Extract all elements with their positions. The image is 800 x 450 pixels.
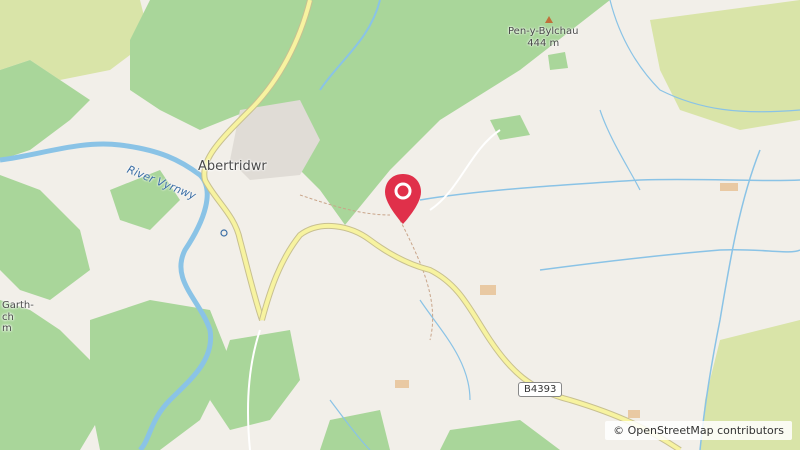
attribution[interactable]: © OpenStreetMap contributors [605,421,792,440]
track [429,129,501,211]
partial-place-line-3: m [2,323,12,334]
stream [419,178,800,201]
water-point [220,229,228,237]
building [480,285,496,295]
building [720,183,738,191]
peak-name: Pen-y-Bylchau [508,26,579,37]
peak-icon [545,16,553,23]
stream [599,109,641,191]
building [628,410,640,418]
track [399,219,434,341]
stream [539,248,800,271]
partial-place-label: Garth- ch m [2,300,34,335]
forest-area [440,420,560,450]
road-shield: B4393 [518,382,563,397]
stream [419,299,471,401]
town-label: Abertridwr [198,159,267,174]
peak-label: Pen-y-Bylchau 444 m [508,16,579,50]
location-pin-icon[interactable] [383,172,423,226]
building [395,380,409,388]
partial-place-line-2: ch [2,311,14,323]
map-view[interactable]: Abertridwr Pen-y-Bylchau 444 m Garth- ch… [0,0,800,450]
forest-area [0,175,90,300]
partial-place-line-1: Garth- [2,300,34,311]
forest-area [490,115,530,140]
heath-area [650,0,800,130]
main-road [260,223,682,450]
forest-area [320,410,390,450]
forest-area [548,52,568,70]
peak-elevation: 444 m [527,38,560,49]
